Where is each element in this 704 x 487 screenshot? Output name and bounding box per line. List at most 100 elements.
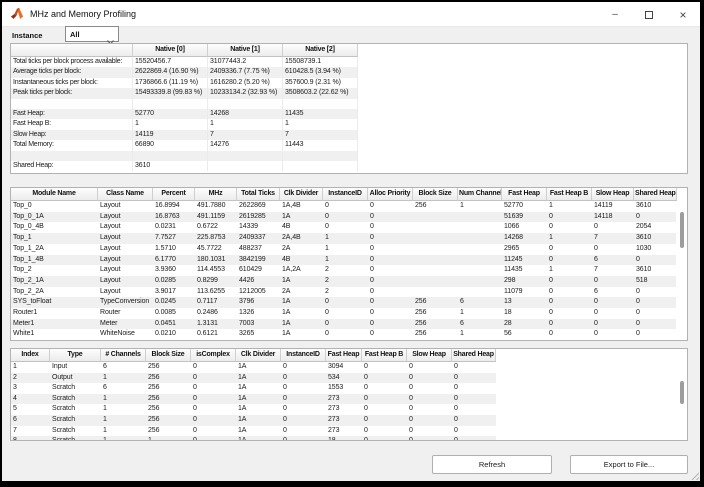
table-cell[interactable]: 1 (101, 373, 146, 384)
table-cell[interactable] (458, 244, 502, 255)
table-cell[interactable]: 298 (502, 276, 547, 287)
table-cell[interactable]: 0.2486 (195, 308, 237, 319)
table-cell[interactable]: 3265 (237, 329, 280, 340)
table-cell[interactable]: 0.0245 (153, 297, 195, 308)
table-cell[interactable]: 1 (323, 244, 368, 255)
table-cell[interactable]: 1A (236, 415, 281, 426)
table-cell[interactable]: 56 (502, 329, 547, 340)
table-cell[interactable]: 15520456.7 (133, 57, 208, 67)
table-cell[interactable]: 1A,2A (280, 265, 323, 276)
table-cell[interactable]: 7 (592, 265, 634, 276)
table-cell[interactable]: 1553 (326, 383, 362, 394)
table-cell[interactable]: 1A (236, 436, 281, 441)
table-cell[interactable] (413, 276, 458, 287)
table-cell[interactable]: 273 (326, 404, 362, 415)
table-cell[interactable]: 1 (101, 404, 146, 415)
table-cell[interactable]: 3.9360 (153, 265, 195, 276)
table-cell[interactable]: Top_2 (11, 265, 98, 276)
table-cell[interactable]: 1A (236, 404, 281, 415)
table-cell[interactable]: Total ticks per block process available: (11, 57, 133, 67)
table-cell[interactable]: 7 (592, 233, 634, 244)
table-cell[interactable]: 1212005 (237, 287, 280, 298)
table-cell[interactable]: 256 (146, 415, 191, 426)
table-cell[interactable]: 0 (452, 436, 496, 441)
table-cell[interactable]: 66890 (133, 140, 208, 150)
table-cell[interactable]: Scratch (50, 383, 101, 394)
table-cell[interactable]: 0 (452, 404, 496, 415)
table-cell[interactable]: Top_1 (11, 233, 98, 244)
table-cell[interactable] (458, 222, 502, 233)
table-cell[interactable]: 1A (280, 308, 323, 319)
table-cell[interactable] (458, 287, 502, 298)
table-cell[interactable]: 1 (101, 436, 146, 441)
table-cell[interactable]: 0 (362, 404, 407, 415)
table-cell[interactable]: 5 (11, 404, 50, 415)
table-cell[interactable]: 0 (191, 404, 236, 415)
table-cell[interactable]: 4426 (237, 276, 280, 287)
table-cell[interactable]: 7003 (237, 319, 280, 330)
table-row[interactable]: Meter1Meter0.04511.313170031A00256628000 (11, 319, 677, 330)
table-cell[interactable]: 1A (236, 362, 281, 373)
table-cell[interactable]: 11435 (502, 265, 547, 276)
table-cell[interactable]: 0.8299 (195, 276, 237, 287)
table-cell[interactable]: 0 (452, 415, 496, 426)
table-cell[interactable]: Layout (98, 212, 153, 223)
table-cell[interactable]: Total Memory: (11, 140, 133, 150)
table-cell[interactable]: 534 (326, 373, 362, 384)
resize-grip-icon[interactable] (691, 472, 699, 480)
table-cell[interactable]: Top_0_4B (11, 222, 98, 233)
table-row[interactable]: Router1Router0.00850.248613261A002561180… (11, 308, 677, 319)
table-cell[interactable]: 1.5710 (153, 244, 195, 255)
table-cell[interactable] (413, 244, 458, 255)
table-cell[interactable]: 7 (11, 426, 50, 437)
table-cell[interactable]: 0 (362, 394, 407, 405)
table-cell[interactable]: 256 (146, 394, 191, 405)
table-row[interactable] (11, 151, 358, 161)
table-cell[interactable]: 0 (634, 212, 677, 223)
table-cell[interactable]: 6 (592, 287, 634, 298)
table-cell[interactable]: 0 (592, 222, 634, 233)
table-row[interactable]: Shared Heap:3610 (11, 161, 358, 171)
table-cell[interactable]: 2054 (634, 222, 677, 233)
table-cell[interactable]: 0 (547, 212, 592, 223)
table-cell[interactable]: 1616280.2 (5.20 %) (208, 78, 283, 88)
table-cell[interactable] (283, 151, 358, 161)
table-cell[interactable]: Router1 (11, 308, 98, 319)
table-row[interactable]: 8Scratch1101A018000 (11, 436, 496, 441)
table-cell[interactable]: 0 (547, 222, 592, 233)
table-row[interactable]: Fast Heap B:111 (11, 119, 358, 129)
table-cell[interactable]: 8 (11, 436, 50, 441)
table-row[interactable]: SYS_toFloatTypeConversion0.02450.7117379… (11, 297, 677, 308)
instance-dropdown[interactable]: All (65, 26, 119, 42)
table-row[interactable]: 3Scratch625601A01553000 (11, 383, 496, 394)
table-row[interactable]: 7Scratch125601A0273000 (11, 426, 496, 437)
table-cell[interactable]: 0 (634, 297, 677, 308)
table-cell[interactable]: 0 (592, 276, 634, 287)
table-cell[interactable]: 2 (323, 265, 368, 276)
table-cell[interactable]: 610429 (237, 265, 280, 276)
table-cell[interactable]: 3610 (634, 265, 677, 276)
table-cell[interactable]: 2A (280, 244, 323, 255)
table-cell[interactable]: 488237 (237, 244, 280, 255)
table-cell[interactable]: 6 (458, 297, 502, 308)
table-cell[interactable] (11, 99, 133, 109)
table-cell[interactable]: 0 (407, 415, 452, 426)
table-cell[interactable]: 0 (362, 436, 407, 441)
refresh-button[interactable]: Refresh (432, 455, 552, 474)
table-cell[interactable]: WhiteNoise (98, 329, 153, 340)
table-cell[interactable]: 52770 (133, 109, 208, 119)
table-cell[interactable]: 14276 (208, 140, 283, 150)
table-cell[interactable]: 2619285 (237, 212, 280, 223)
table-cell[interactable]: 0 (281, 404, 326, 415)
table-cell[interactable]: 2A,4B (280, 233, 323, 244)
table-cell[interactable]: 610428.5 (3.94 %) (283, 67, 358, 77)
table-cell[interactable] (458, 255, 502, 266)
table-cell[interactable]: 2622869 (237, 201, 280, 212)
table-cell[interactable] (133, 99, 208, 109)
table-cell[interactable]: 0 (323, 201, 368, 212)
table-cell[interactable]: 0 (407, 426, 452, 437)
table-cell[interactable]: 0 (281, 383, 326, 394)
table-cell[interactable]: 0 (323, 319, 368, 330)
table-cell[interactable]: Scratch (50, 404, 101, 415)
table-cell[interactable]: Layout (98, 222, 153, 233)
